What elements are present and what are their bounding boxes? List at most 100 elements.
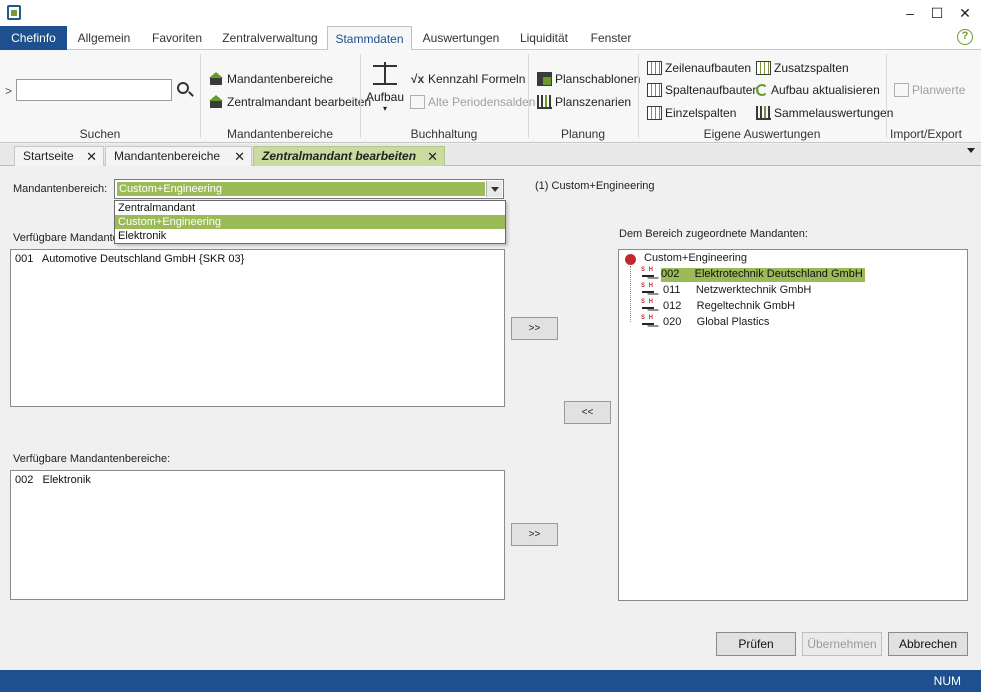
kennzahl-formeln-label: Kennzahl Formeln — [428, 72, 526, 86]
dropdown-option-zentralmandant[interactable]: Zentralmandant — [115, 201, 505, 215]
mandant-icon — [641, 267, 655, 283]
move-right-bereich-button[interactable]: >> — [511, 523, 558, 546]
zentralmandant-bearbeiten-button[interactable]: Zentralmandant bearbeiten — [209, 93, 371, 111]
list-item[interactable]: 001 Automotive Deutschland GmbH {SKR 03} — [15, 253, 244, 265]
mandantenbereiche-button-label: Mandantenbereiche — [227, 72, 334, 86]
zentralmandant-bearbeiten-label: Zentralmandant bearbeiten — [227, 95, 372, 109]
aufbau-aktualisieren-button[interactable]: Aufbau aktualisieren — [756, 81, 880, 99]
sammelauswertungen-button[interactable]: Sammelauswertungen — [756, 104, 893, 122]
zusatzspalten-button[interactable]: Zusatzspalten — [756, 59, 849, 77]
tree-item[interactable]: 002 Elektrotechnik Deutschland GmbH — [661, 268, 865, 282]
dropdown-option-custom-engineering[interactable]: Custom+Engineering — [115, 215, 505, 229]
doctab-zentralmandant-bearbeiten[interactable]: Zentralmandant bearbeiten ✕ — [253, 146, 445, 166]
menu-bar: Chefinfo Allgemein Favoriten Zentralverw… — [0, 26, 981, 51]
mandant-icon — [641, 299, 655, 315]
tab-fenster[interactable]: Fenster — [582, 26, 640, 50]
chevron-down-icon[interactable] — [486, 181, 502, 197]
scale-gear-icon — [371, 60, 399, 86]
planschablonen-button[interactable]: Planschablonen — [537, 70, 640, 88]
mandantenbereiche-button[interactable]: Mandantenbereiche — [209, 70, 333, 88]
formula-icon: √x — [410, 72, 425, 86]
mandantenbereich-select[interactable]: Custom+Engineering — [114, 179, 504, 199]
group-label-buchhaltung: Buchhaltung — [410, 127, 478, 141]
search-input[interactable] — [16, 79, 172, 101]
pruefen-button[interactable]: Prüfen — [716, 632, 796, 656]
zeilenaufbauten-button[interactable]: Zeilenaufbauten — [647, 59, 751, 77]
doctab-mandantenbereiche-label: Mandantenbereiche — [114, 149, 221, 163]
planwerte-button[interactable]: Planwerte — [894, 81, 965, 99]
periods-icon — [410, 95, 425, 109]
tree-root[interactable]: Custom+Engineering — [644, 252, 747, 266]
verfuegbare-bereiche-list[interactable]: 002 Elektronik — [10, 470, 505, 600]
kennzahl-formeln-button[interactable]: √x Kennzahl Formeln — [410, 70, 526, 88]
list-item[interactable]: 002 Elektronik — [15, 474, 91, 486]
move-right-button[interactable]: >> — [511, 317, 558, 340]
mandantenbereich-label: Mandantenbereich: — [13, 183, 108, 195]
tab-allgemein[interactable]: Allgemein — [72, 26, 136, 50]
tab-zentralverwaltung[interactable]: Zentralverwaltung — [216, 26, 324, 50]
group-label-eigene-auswertungen: Eigene Auswertungen — [703, 127, 821, 141]
tab-auswertungen[interactable]: Auswertungen — [416, 26, 506, 50]
app-logo-icon — [7, 5, 21, 20]
template-icon — [537, 72, 552, 86]
planschablonen-label: Planschablonen — [555, 72, 641, 86]
grid-icon — [647, 106, 662, 120]
einzelspalten-button[interactable]: Einzelspalten — [647, 104, 736, 122]
mandantenbereich-select-value: Custom+Engineering — [117, 182, 485, 196]
tree-line — [630, 266, 631, 322]
tab-stammdaten[interactable]: Stammdaten — [327, 26, 412, 51]
planszenarien-button[interactable]: Planszenarien — [537, 93, 631, 111]
doctab-mandantenbereiche[interactable]: Mandantenbereiche ✕ — [105, 146, 252, 166]
search-icon[interactable] — [177, 82, 189, 94]
house-icon — [209, 72, 224, 86]
maximize-icon[interactable]: ☐ — [923, 2, 951, 24]
aufbau-aktualisieren-label: Aufbau aktualisieren — [771, 83, 880, 97]
group-separator — [200, 54, 201, 138]
tree-item[interactable]: 012 Regeltechnik GmbH — [663, 300, 795, 314]
mandant-icon — [641, 315, 655, 331]
refresh-icon — [756, 84, 768, 96]
tree-item[interactable]: 011 Netzwerktechnik GmbH — [663, 284, 811, 298]
zugeordnet-tree[interactable]: Custom+Engineering 002 Elektrotechnik De… — [618, 249, 968, 601]
mandantenbereich-dropdown: Zentralmandant Custom+Engineering Elektr… — [114, 200, 506, 244]
close-icon[interactable]: ✕ — [86, 147, 97, 166]
move-left-button[interactable]: << — [564, 401, 611, 424]
minimize-icon[interactable]: – — [896, 2, 924, 24]
verfuegbare-bereiche-label: Verfügbare Mandantenbereiche: — [13, 453, 171, 465]
status-bar: NUM — [0, 670, 981, 692]
chevron-down-icon: ▾ — [382, 104, 387, 113]
doctab-startseite[interactable]: Startseite ✕ — [14, 146, 104, 166]
doctab-zentralmandant-label: Zentralmandant bearbeiten — [262, 149, 417, 163]
tab-liquiditaet[interactable]: Liquidität — [512, 26, 576, 50]
tab-favoriten[interactable]: Favoriten — [142, 26, 212, 50]
close-icon[interactable]: ✕ — [951, 2, 979, 24]
import-icon — [894, 83, 909, 97]
aufbau-button[interactable]: Aufbau ▾ — [365, 58, 405, 124]
uebernehmen-button[interactable]: Übernehmen — [802, 632, 882, 656]
close-icon[interactable]: ✕ — [234, 147, 245, 166]
house-icon — [209, 95, 224, 109]
group-label-suchen: Suchen — [79, 127, 121, 141]
doctab-startseite-label: Startseite — [23, 149, 74, 163]
aufbau-label: Aufbau — [365, 90, 405, 104]
bar-chart-icon — [756, 106, 771, 120]
help-icon[interactable]: ? — [957, 29, 973, 45]
tab-chefinfo[interactable]: Chefinfo — [0, 26, 67, 50]
tree-item[interactable]: 020 Global Plastics — [663, 316, 769, 330]
grid-icon — [647, 61, 662, 75]
spaltenaufbauten-button[interactable]: Spaltenaufbauten — [647, 81, 759, 99]
close-icon[interactable]: ✕ — [427, 147, 438, 166]
dropdown-option-elektronik[interactable]: Elektronik — [115, 229, 505, 243]
spaltenaufbauten-label: Spaltenaufbauten — [665, 83, 760, 97]
grid-icon — [756, 61, 771, 75]
chevron-right-icon[interactable]: > — [5, 84, 12, 98]
abbrechen-button[interactable]: Abbrechen — [888, 632, 968, 656]
verfuegbare-mandanten-list[interactable]: 001 Automotive Deutschland GmbH {SKR 03} — [10, 249, 505, 407]
zusatzspalten-label: Zusatzspalten — [774, 61, 849, 75]
group-label-mandantenbereiche: Mandantenbereiche — [226, 127, 334, 141]
einzelspalten-label: Einzelspalten — [665, 106, 737, 120]
planwerte-label: Planwerte — [912, 83, 966, 97]
chevron-down-icon[interactable] — [967, 148, 975, 153]
mandant-icon — [641, 283, 655, 299]
alte-periodensalden-button[interactable]: Alte Periodensalden — [410, 93, 535, 111]
